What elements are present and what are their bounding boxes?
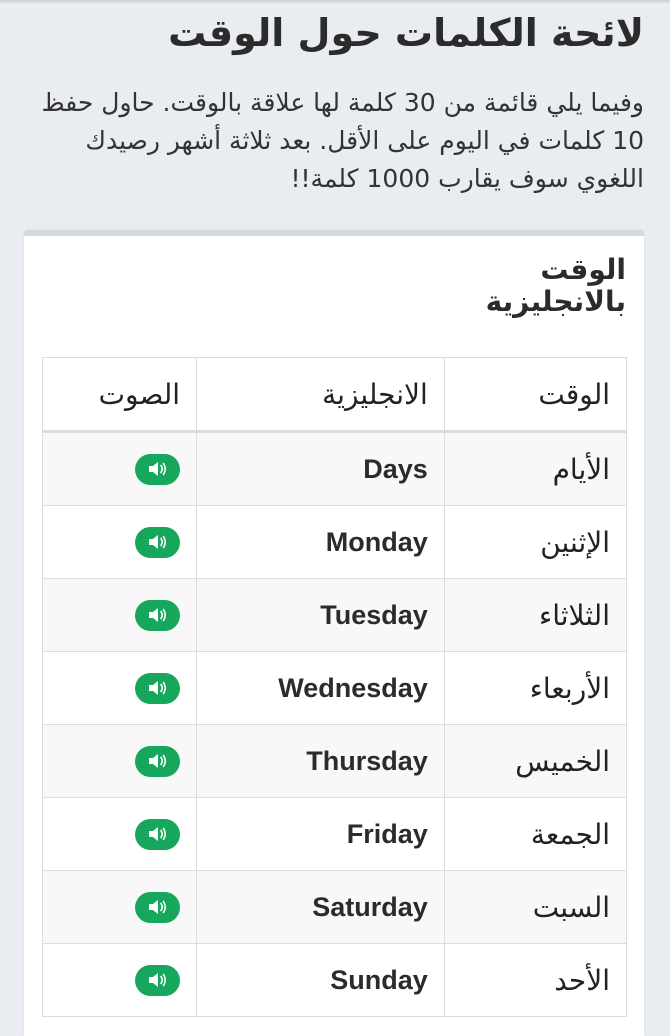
speaker-volume-icon bbox=[148, 827, 166, 841]
speaker-volume-icon bbox=[148, 462, 166, 476]
english-word: Thursday bbox=[196, 724, 445, 798]
play-sound-button[interactable] bbox=[135, 599, 181, 631]
arabic-word: الإثنين bbox=[443, 505, 628, 579]
english-word: Sunday bbox=[196, 943, 445, 1017]
vocabulary-table: الوقت الانجليزية الصوت الأيام Days الإثن… bbox=[41, 357, 628, 1017]
english-word: Tuesday bbox=[196, 578, 445, 652]
table-row: الإثنين Monday bbox=[41, 505, 628, 579]
vocabulary-card: الوقت بالانجليزية الوقت الانجليزية الصوت… bbox=[24, 230, 644, 1036]
speaker-volume-icon bbox=[148, 681, 166, 695]
speaker-volume-icon bbox=[148, 535, 166, 549]
speaker-volume-icon bbox=[148, 608, 166, 622]
arabic-word: الأحد bbox=[443, 943, 628, 1017]
play-sound-button[interactable] bbox=[135, 891, 181, 923]
arabic-word: الثلاثاء bbox=[443, 578, 628, 652]
table-row: الأربعاء Wednesday bbox=[41, 651, 628, 725]
speaker-volume-icon bbox=[148, 973, 166, 987]
play-sound-button[interactable] bbox=[135, 526, 181, 558]
sound-cell bbox=[41, 724, 198, 798]
arabic-word: الأربعاء bbox=[443, 651, 628, 725]
header-arabic: الوقت bbox=[443, 357, 628, 433]
arabic-word: الخميس bbox=[443, 724, 628, 798]
sound-cell bbox=[41, 651, 198, 725]
play-sound-button[interactable] bbox=[135, 453, 181, 485]
english-word: Monday bbox=[196, 505, 445, 579]
play-sound-button[interactable] bbox=[135, 964, 181, 996]
sound-cell bbox=[41, 797, 198, 871]
sound-cell bbox=[41, 870, 198, 944]
header-sound: الصوت bbox=[41, 357, 198, 433]
speaker-volume-icon bbox=[148, 900, 166, 914]
speaker-volume-icon bbox=[148, 754, 166, 768]
sound-cell bbox=[41, 505, 198, 579]
sound-cell bbox=[41, 943, 198, 1017]
intro-paragraph: وفيما يلي قائمة من 30 كلمة لها علاقة بال… bbox=[41, 88, 644, 193]
english-word: Saturday bbox=[196, 870, 445, 944]
english-word: Days bbox=[196, 431, 445, 506]
table-row: الأيام Days bbox=[41, 431, 628, 506]
play-sound-button[interactable] bbox=[135, 672, 181, 704]
header-english: الانجليزية bbox=[196, 357, 445, 433]
english-word: Friday bbox=[196, 797, 445, 871]
table-row: الخميس Thursday bbox=[41, 724, 628, 798]
sound-cell bbox=[41, 431, 198, 506]
play-sound-button[interactable] bbox=[135, 818, 181, 850]
table-row: الأحد Sunday bbox=[41, 943, 628, 1017]
arabic-word: السبت bbox=[443, 870, 628, 944]
arabic-word: الجمعة bbox=[443, 797, 628, 871]
page-title: لائحة الكلمات حول الوقت bbox=[168, 11, 644, 55]
card-title: الوقت بالانجليزية bbox=[485, 253, 626, 318]
english-word: Wednesday bbox=[196, 651, 445, 725]
arabic-word: الأيام bbox=[443, 431, 628, 506]
table-row: السبت Saturday bbox=[41, 870, 628, 944]
table-row: الجمعة Friday bbox=[41, 797, 628, 871]
table-header-row: الوقت الانجليزية الصوت bbox=[41, 357, 628, 433]
play-sound-button[interactable] bbox=[135, 745, 181, 777]
sound-cell bbox=[41, 578, 198, 652]
top-shadow bbox=[0, 0, 670, 4]
table-row: الثلاثاء Tuesday bbox=[41, 578, 628, 652]
